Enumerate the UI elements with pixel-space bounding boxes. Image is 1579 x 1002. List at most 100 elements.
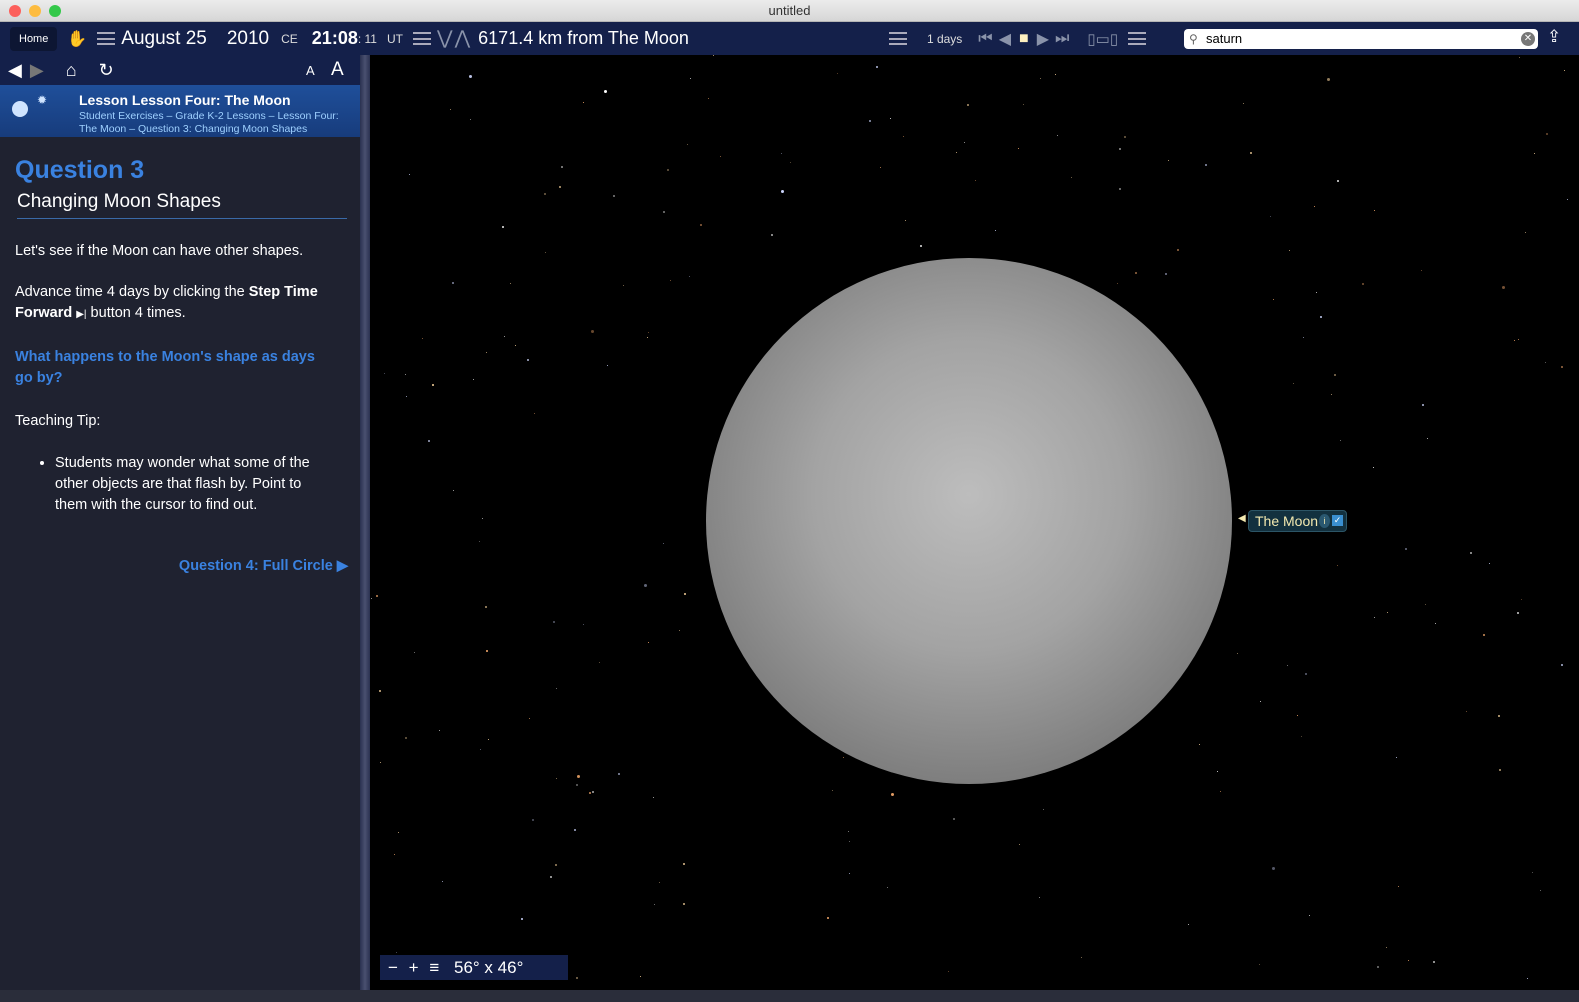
fov-menu-icon[interactable]: ≡ <box>429 958 439 977</box>
star <box>591 790 594 793</box>
forward-icon[interactable]: ▶ <box>30 60 44 81</box>
star <box>1561 365 1564 368</box>
star <box>849 872 851 874</box>
star <box>771 233 774 236</box>
object-label[interactable]: The Moon i ✓ <box>1248 510 1348 532</box>
time[interactable]: 21:08 <box>312 28 358 49</box>
star <box>1404 548 1407 551</box>
star <box>549 876 552 879</box>
down-icon[interactable]: ⋁ <box>437 27 453 50</box>
star <box>413 652 415 654</box>
star <box>1385 946 1387 948</box>
step-back-icon[interactable]: ◀ <box>999 29 1011 49</box>
star <box>708 98 710 100</box>
skip-forward-icon[interactable]: ⏭ <box>1055 30 1069 48</box>
sidebar-resize-handle[interactable] <box>360 55 370 990</box>
reload-icon[interactable]: ↻ <box>99 60 114 81</box>
breadcrumb[interactable]: Student Exercises – Grade K-2 Lessons – … <box>79 110 359 136</box>
clear-search-icon[interactable]: ✕ <box>1521 32 1535 46</box>
search-menu-icon[interactable] <box>1128 32 1147 45</box>
question-prompt: What happens to the Moon's shape as days… <box>15 349 315 386</box>
hand-icon[interactable]: ✋ <box>67 29 87 49</box>
search-input[interactable]: ⚲ saturn ✕ <box>1184 29 1538 49</box>
checkbox-icon[interactable]: ✓ <box>1332 515 1344 526</box>
step-menu-icon[interactable] <box>888 32 907 45</box>
step-size[interactable]: 1 days <box>927 32 962 46</box>
layout-icon[interactable]: ▯▭▯ <box>1087 30 1118 48</box>
back-icon[interactable]: ◀ <box>8 60 22 81</box>
star <box>470 118 472 120</box>
star <box>1426 437 1428 439</box>
lesson-icon <box>12 101 28 117</box>
view-menu-icon[interactable] <box>412 32 431 45</box>
star <box>1118 188 1121 191</box>
star <box>689 276 691 278</box>
star <box>1421 269 1423 271</box>
fov-readout: 56° x 46° <box>454 958 524 977</box>
home-icon[interactable]: ⌂ <box>66 60 77 81</box>
star <box>868 120 871 123</box>
instruction: Advance time 4 days by clicking the Step… <box>15 284 318 321</box>
home-button[interactable]: Home <box>10 26 58 51</box>
star <box>1313 206 1315 208</box>
star <box>481 517 483 519</box>
star <box>1545 362 1547 364</box>
star <box>396 952 398 954</box>
skip-back-icon[interactable]: ⏮ <box>978 30 992 48</box>
star <box>1304 672 1307 675</box>
next-question-link[interactable]: Question 4: Full Circle ▶ <box>15 556 348 577</box>
close-button[interactable] <box>9 5 21 17</box>
star <box>1018 843 1020 845</box>
moon[interactable] <box>706 258 1232 784</box>
star <box>1303 336 1305 338</box>
star <box>713 55 715 57</box>
zoom-out-icon[interactable]: − <box>388 958 398 977</box>
star <box>534 413 536 415</box>
star <box>606 365 608 367</box>
step-forward-icon[interactable]: ▶ <box>1037 29 1049 49</box>
date-menu-icon[interactable] <box>97 32 116 45</box>
star <box>1272 867 1276 871</box>
star <box>1199 744 1201 746</box>
lesson-header: ✹ Lesson Lesson Four: The Moon Student E… <box>0 85 360 137</box>
larger-text-icon[interactable]: A <box>331 59 344 81</box>
zoom-button[interactable] <box>49 5 61 17</box>
star <box>618 772 621 775</box>
star <box>473 378 475 380</box>
star <box>1435 623 1437 625</box>
star <box>380 762 382 764</box>
star <box>485 352 487 354</box>
date[interactable]: August 25 <box>121 28 207 50</box>
star <box>995 229 997 231</box>
star <box>1217 771 1219 773</box>
sky-view[interactable]: The Moon i ✓ ◀ − + ≡ 56° x 46° <box>370 55 1579 990</box>
star <box>1374 616 1376 618</box>
star <box>654 903 656 905</box>
star <box>1482 633 1485 636</box>
question-title: Question 3 <box>15 156 145 184</box>
star <box>393 854 395 856</box>
zoom-in-icon[interactable]: + <box>409 958 419 977</box>
year[interactable]: 2010 <box>227 28 269 50</box>
share-icon[interactable]: ⇪ <box>1547 27 1561 47</box>
star <box>1042 808 1044 810</box>
star <box>683 903 686 906</box>
seconds[interactable]: : 11 <box>358 32 377 46</box>
info-icon[interactable]: i <box>1319 514 1331 528</box>
title-bar: untitled <box>0 0 1579 22</box>
star <box>1433 960 1436 963</box>
stop-icon[interactable]: ■ <box>1019 30 1029 48</box>
star <box>686 144 688 146</box>
star <box>683 862 686 865</box>
up-icon[interactable]: ⋀ <box>455 27 471 50</box>
smaller-text-icon[interactable]: A <box>306 63 315 78</box>
star <box>964 142 966 144</box>
window-title: untitled <box>768 3 811 18</box>
star <box>1177 249 1180 252</box>
star <box>832 790 834 792</box>
star <box>484 606 487 609</box>
star <box>576 784 579 787</box>
minimize-button[interactable] <box>29 5 41 17</box>
star <box>1308 914 1310 916</box>
star <box>561 165 564 168</box>
